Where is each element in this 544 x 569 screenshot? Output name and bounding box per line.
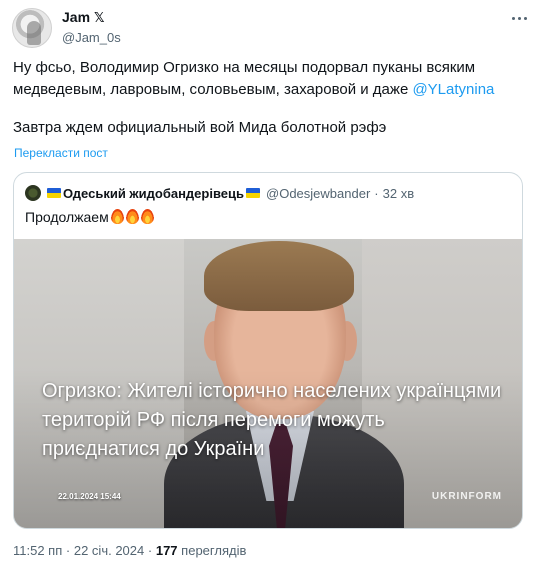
photo-brand-logo: UKRINFORM: [431, 491, 502, 502]
quoted-text-content: Продолжаем: [25, 209, 109, 225]
quoted-photo[interactable]: Огризко: Жителі історично населених укра…: [14, 239, 522, 528]
meta-separator: ·: [65, 543, 71, 558]
quoted-author-name[interactable]: Одеський жидобандерівець: [63, 186, 244, 201]
tweet-time[interactable]: 11:52 пп: [13, 543, 62, 558]
tweet-date[interactable]: 22 січ. 2024: [74, 543, 144, 558]
quoted-author-handle[interactable]: @Odesjewbander: [266, 186, 370, 201]
quoted-tweet[interactable]: Одеський жидобандерівець @Odesjewbander …: [13, 172, 523, 529]
author-avatar[interactable]: [12, 8, 52, 48]
fire-emoji-icon: [110, 209, 124, 224]
ukraine-flag-icon: [246, 188, 261, 198]
tweet-text: Ну фсьо, Володимир Огризко на месяцы под…: [13, 57, 533, 139]
quoted-tweet-text: Продолжаем: [25, 209, 154, 225]
views-count: 177: [155, 543, 178, 558]
x-badge-icon: 𝕏: [94, 10, 105, 25]
more-options-icon[interactable]: [508, 10, 530, 26]
tweet-meta: 11:52 пп · 22 січ. 2024 · 177 переглядів: [13, 543, 246, 558]
avatar-figure: [27, 21, 41, 45]
photo-date: 22.01.2024 15:44: [58, 492, 121, 501]
views-label: переглядів: [181, 543, 247, 558]
mention-link[interactable]: @YLatynina: [412, 81, 494, 98]
fire-emoji-icon: [140, 209, 154, 224]
tweet-text-line1: Ну фсьо, Володимир Огризко на месяцы под…: [13, 59, 476, 98]
ukraine-flag-icon: [47, 188, 61, 198]
author-handle[interactable]: @Jam_0s: [62, 30, 121, 45]
meta-separator: ·: [147, 543, 153, 558]
fire-emoji-icon: [125, 209, 139, 224]
quoted-timestamp[interactable]: 32 хв: [383, 186, 414, 201]
tweet-text-line2: Завтра ждем официальный вой Мида болотно…: [13, 119, 387, 136]
translate-post-link[interactable]: Перекласти пост: [14, 146, 108, 160]
quoted-separator: ·: [374, 185, 379, 201]
quoted-tweet-header: Одеський жидобандерівець @Odesjewbander …: [25, 185, 414, 201]
author-display-name[interactable]: Jam: [62, 9, 90, 25]
author-info: Jam 𝕏 @Jam_0s: [62, 9, 121, 45]
quoted-author-avatar[interactable]: [25, 185, 41, 201]
tweet: Jam 𝕏 @Jam_0s Ну фсьо, Володимир Огризко …: [0, 0, 544, 569]
photo-headline: Огризко: Жителі історично населених укра…: [42, 380, 502, 460]
